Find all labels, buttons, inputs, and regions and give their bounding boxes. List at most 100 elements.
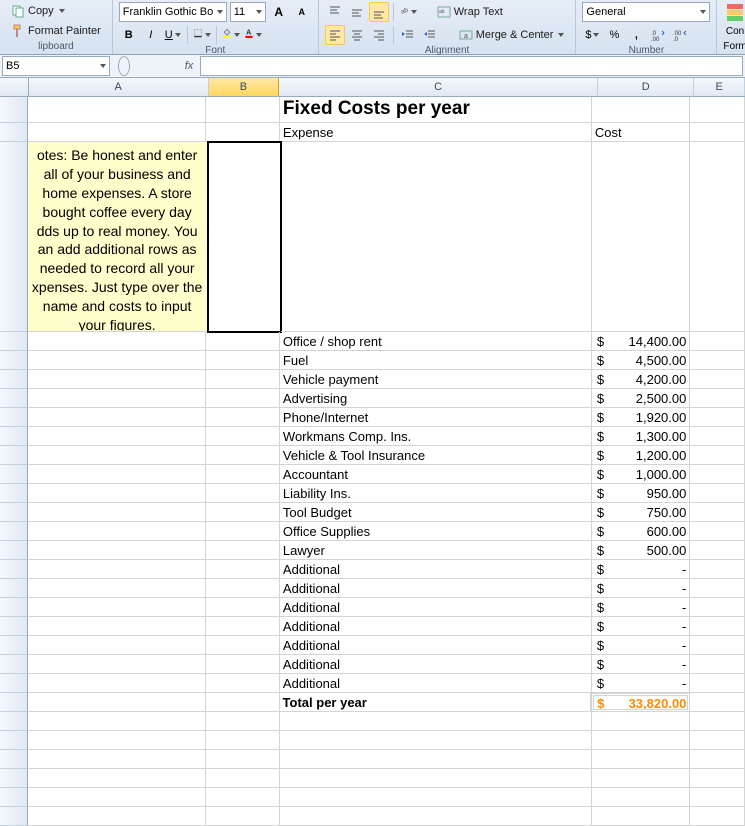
fill-color-button[interactable] (221, 25, 241, 45)
grow-font-button[interactable]: A (269, 2, 289, 22)
cost-cell[interactable]: $- (592, 636, 690, 655)
cell[interactable] (690, 655, 745, 674)
cell[interactable] (690, 769, 745, 788)
cell[interactable] (28, 123, 207, 142)
comma-button[interactable]: , (626, 25, 646, 45)
row-header[interactable] (0, 617, 28, 636)
decrease-decimal-button[interactable]: .00.0 (670, 25, 690, 45)
shrink-font-button[interactable]: A (292, 2, 312, 22)
cell[interactable] (690, 332, 745, 351)
expense-cell[interactable]: Additional (280, 617, 592, 636)
cell[interactable] (690, 598, 745, 617)
cell[interactable] (690, 750, 745, 769)
format-painter-button[interactable]: Format Painter (6, 22, 106, 40)
cell[interactable] (690, 617, 745, 636)
cell[interactable] (206, 389, 280, 408)
cost-cell[interactable]: $- (592, 655, 690, 674)
grid[interactable]: Fixed Costs per yearExpenseCostotes: Be … (0, 97, 745, 826)
cost-cell[interactable]: $- (592, 579, 690, 598)
header-cost[interactable]: Cost (592, 123, 690, 142)
row-header[interactable] (0, 97, 28, 123)
row-header[interactable] (0, 674, 28, 693)
row-header[interactable] (0, 503, 28, 522)
cell[interactable] (280, 807, 592, 826)
cell[interactable] (690, 788, 745, 807)
row-header[interactable] (0, 408, 28, 427)
cell[interactable] (690, 560, 745, 579)
cell[interactable] (280, 769, 592, 788)
cell[interactable] (690, 522, 745, 541)
expense-cell[interactable]: Vehicle payment (280, 370, 592, 389)
col-header-B[interactable]: B (209, 78, 280, 96)
cell[interactable] (690, 712, 745, 731)
cell[interactable] (206, 712, 280, 731)
cell[interactable] (690, 446, 745, 465)
col-header-C[interactable]: C (279, 78, 598, 96)
align-bottom-button[interactable] (369, 2, 389, 22)
cell[interactable] (280, 750, 592, 769)
cell[interactable] (28, 636, 207, 655)
row-header[interactable] (0, 598, 28, 617)
cell[interactable] (592, 731, 690, 750)
cell[interactable] (206, 541, 280, 560)
expense-cell[interactable]: Advertising (280, 389, 592, 408)
cell[interactable] (28, 97, 207, 123)
formula-input[interactable] (200, 56, 743, 76)
cell[interactable] (592, 769, 690, 788)
cell[interactable] (28, 446, 207, 465)
expand-handle[interactable] (118, 56, 130, 76)
cost-cell[interactable]: $2,500.00 (592, 389, 690, 408)
bold-button[interactable]: B (119, 25, 139, 45)
accounting-format-button[interactable]: $ (582, 25, 602, 45)
cell[interactable] (690, 351, 745, 370)
total-amount-cell[interactable]: $33,820.00 (591, 693, 690, 712)
row-header[interactable] (0, 351, 28, 370)
row-header[interactable] (0, 731, 28, 750)
cost-cell[interactable]: $1,200.00 (592, 446, 690, 465)
cell[interactable] (690, 97, 745, 123)
cost-cell[interactable]: $950.00 (592, 484, 690, 503)
header-expense[interactable]: Expense (280, 123, 592, 142)
cell[interactable] (690, 731, 745, 750)
cell[interactable] (28, 598, 207, 617)
total-label-cell[interactable]: Total per year (280, 693, 592, 712)
expense-cell[interactable]: Additional (280, 579, 592, 598)
conditional-formatting-icon[interactable] (725, 2, 745, 22)
row-header[interactable] (0, 788, 28, 807)
cell[interactable] (206, 370, 280, 389)
cost-cell[interactable]: $4,500.00 (592, 351, 690, 370)
cell[interactable] (690, 579, 745, 598)
cell[interactable] (206, 351, 280, 370)
name-box[interactable]: B5 (2, 56, 110, 76)
cell[interactable] (690, 484, 745, 503)
row-header[interactable] (0, 807, 28, 826)
borders-button[interactable] (192, 25, 212, 45)
expense-cell[interactable]: Tool Budget (280, 503, 592, 522)
align-top-button[interactable] (325, 2, 345, 22)
cost-cell[interactable]: $- (592, 598, 690, 617)
cell[interactable] (206, 484, 280, 503)
cell[interactable] (206, 560, 280, 579)
cell[interactable] (592, 712, 690, 731)
cell[interactable] (28, 389, 207, 408)
cell[interactable] (206, 503, 280, 522)
font-size-combo[interactable]: 11 (230, 2, 266, 22)
cost-cell[interactable]: $14,400.00 (592, 332, 690, 351)
cost-cell[interactable]: $500.00 (592, 541, 690, 560)
cell[interactable] (206, 579, 280, 598)
number-format-combo[interactable]: General (582, 2, 710, 22)
expense-cell[interactable]: Fuel (280, 351, 592, 370)
cell[interactable] (592, 97, 690, 123)
orientation-button[interactable]: ab (398, 2, 418, 22)
row-header[interactable] (0, 123, 28, 142)
row-header[interactable] (0, 655, 28, 674)
cell[interactable] (28, 769, 207, 788)
row-header[interactable] (0, 142, 28, 332)
align-middle-button[interactable] (347, 2, 367, 22)
cell[interactable] (28, 674, 207, 693)
col-header-D[interactable]: D (598, 78, 694, 96)
row-header[interactable] (0, 560, 28, 579)
cell[interactable] (28, 465, 207, 484)
row-header[interactable] (0, 579, 28, 598)
row-header[interactable] (0, 370, 28, 389)
